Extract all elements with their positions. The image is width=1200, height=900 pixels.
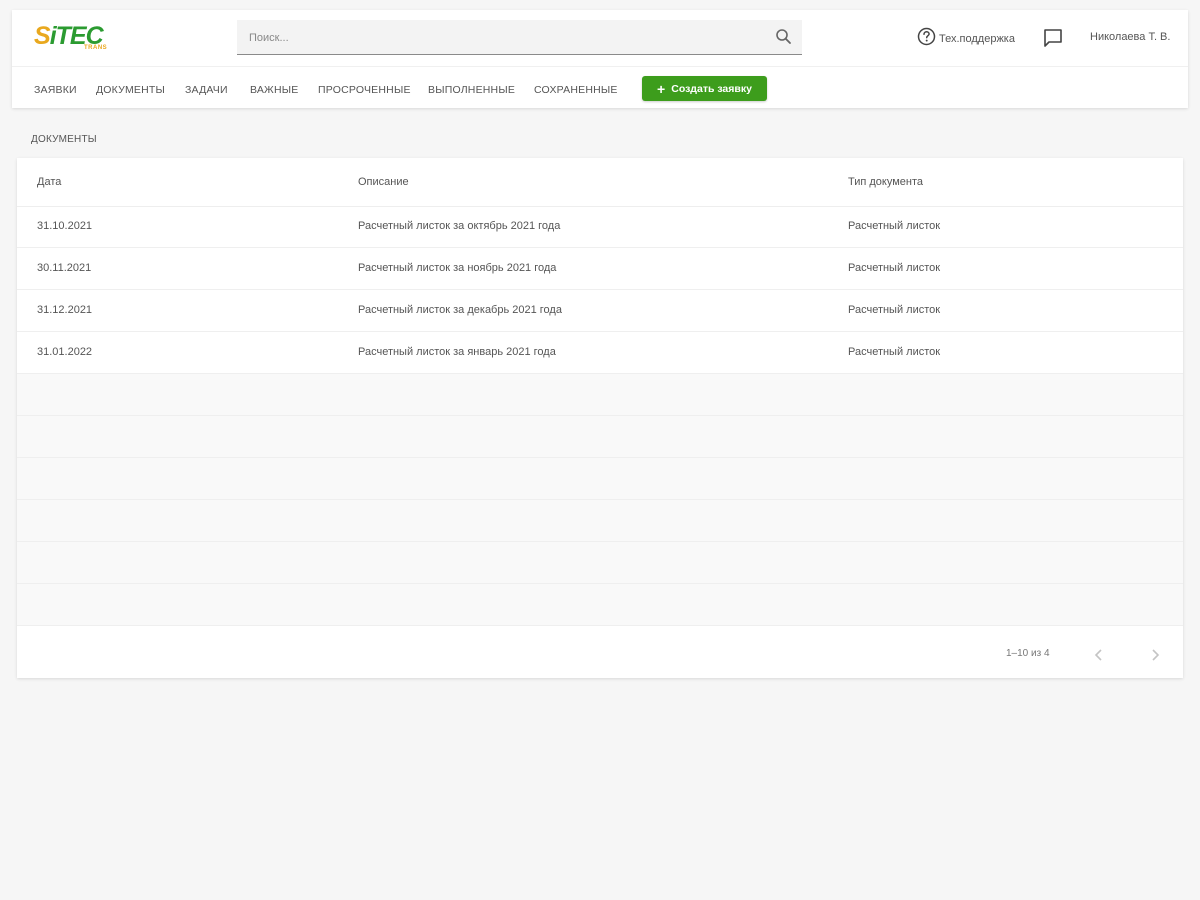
create-request-label: Создать заявку	[671, 82, 752, 95]
cell-description: Расчетный листок за октябрь 2021 года	[358, 220, 561, 232]
cell-doc-type: Расчетный листок	[848, 262, 941, 274]
nav-item-completed[interactable]: ВЫПОЛНЕННЫЕ	[428, 84, 515, 96]
create-request-button[interactable]: + Создать заявку	[642, 76, 767, 101]
nav-item-saved[interactable]: СОХРАНЕННЫЕ	[534, 84, 618, 96]
search-box[interactable]	[237, 20, 802, 55]
cell-date: 31.10.2021	[37, 220, 93, 232]
empty-row	[17, 374, 1183, 416]
sitec-logo[interactable]: SiTEC TRANS	[34, 22, 134, 58]
column-header-date[interactable]: Дата	[37, 176, 61, 188]
chevron-left-icon[interactable]	[1088, 644, 1110, 666]
empty-row	[17, 458, 1183, 500]
cell-doc-type: Расчетный листок	[848, 220, 941, 232]
cell-description: Расчетный листок за декабрь 2021 года	[358, 304, 562, 316]
nav-item-overdue[interactable]: ПРОСРОЧЕННЫЕ	[318, 84, 411, 96]
documents-table: Дата Описание Тип документа 31.10.2021 Р…	[17, 158, 1183, 678]
main-nav: ЗАЯВКИ ДОКУМЕНТЫ ЗАДАЧИ ВАЖНЫЕ ПРОСРОЧЕН…	[12, 74, 1188, 104]
table-pagination: 1–10 из 4	[17, 632, 1183, 678]
column-header-doc-type[interactable]: Тип документа	[848, 176, 923, 188]
chevron-right-icon[interactable]	[1144, 644, 1166, 666]
cell-description: Расчетный листок за январь 2021 года	[358, 346, 556, 358]
logo-subtitle: TRANS	[84, 45, 108, 51]
empty-row	[17, 542, 1183, 584]
empty-row	[17, 584, 1183, 626]
empty-row	[17, 416, 1183, 458]
support-label: Тех.поддержка	[939, 33, 1015, 45]
cell-description: Расчетный листок за ноябрь 2021 года	[358, 262, 557, 274]
header-top-bar: SiTEC TRANS Тех.поддержка	[12, 10, 1188, 67]
logo-letter-s: S	[34, 22, 51, 50]
cell-doc-type: Расчетный листок	[848, 346, 941, 358]
support-link[interactable]: Тех.поддержка	[917, 27, 1015, 51]
table-header: Дата Описание Тип документа	[17, 158, 1183, 207]
table-row[interactable]: 31.12.2021 Расчетный листок за декабрь 2…	[17, 290, 1183, 332]
empty-row	[17, 500, 1183, 542]
cell-doc-type: Расчетный листок	[848, 304, 941, 316]
cell-date: 31.12.2021	[37, 304, 93, 316]
plus-icon: +	[657, 80, 666, 97]
nav-item-important[interactable]: ВАЖНЫЕ	[250, 84, 298, 96]
chat-icon[interactable]	[1042, 27, 1064, 49]
table-row[interactable]: 30.11.2021 Расчетный листок за ноябрь 20…	[17, 248, 1183, 290]
search-input[interactable]	[247, 28, 771, 48]
app-header: SiTEC TRANS Тех.поддержка	[12, 10, 1188, 108]
page-title: ДОКУМЕНТЫ	[31, 134, 97, 145]
nav-item-requests[interactable]: ЗАЯВКИ	[34, 84, 77, 96]
table-row[interactable]: 31.01.2022 Расчетный листок за январь 20…	[17, 332, 1183, 374]
help-circle-icon	[917, 27, 936, 51]
column-header-description[interactable]: Описание	[358, 176, 409, 188]
table-row[interactable]: 31.10.2021 Расчетный листок за октябрь 2…	[17, 206, 1183, 248]
pagination-info: 1–10 из 4	[1006, 648, 1050, 659]
user-name[interactable]: Николаева Т. В.	[1090, 31, 1170, 43]
nav-item-tasks[interactable]: ЗАДАЧИ	[185, 84, 228, 96]
cell-date: 30.11.2021	[37, 262, 92, 274]
nav-item-documents[interactable]: ДОКУМЕНТЫ	[96, 84, 165, 96]
search-icon[interactable]	[775, 28, 792, 45]
cell-date: 31.01.2022	[37, 346, 93, 358]
